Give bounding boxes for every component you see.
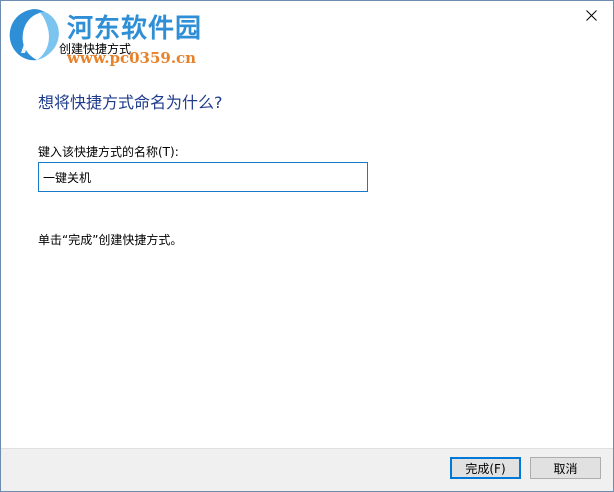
dialog-title: 创建快捷方式: [59, 42, 132, 56]
page-heading: 想将快捷方式命名为什么?: [38, 93, 223, 112]
create-shortcut-dialog: 河东软件园 www.pc0359.cn 创建快捷方式 想将快捷方式命名为什么? …: [0, 0, 614, 492]
cancel-button[interactable]: 取消: [530, 457, 601, 479]
dialog-footer: 完成(F) 取消: [1, 448, 613, 491]
site-logo-icon: [9, 9, 59, 61]
close-icon: [585, 9, 597, 21]
close-button[interactable]: [569, 1, 613, 29]
shortcut-name-input[interactable]: [38, 162, 368, 192]
finish-button[interactable]: 完成(F): [450, 457, 521, 479]
finish-hint-text: 单击“完成”创建快捷方式。: [38, 233, 183, 247]
shortcut-name-label: 键入该快捷方式的名称(T):: [38, 145, 179, 159]
